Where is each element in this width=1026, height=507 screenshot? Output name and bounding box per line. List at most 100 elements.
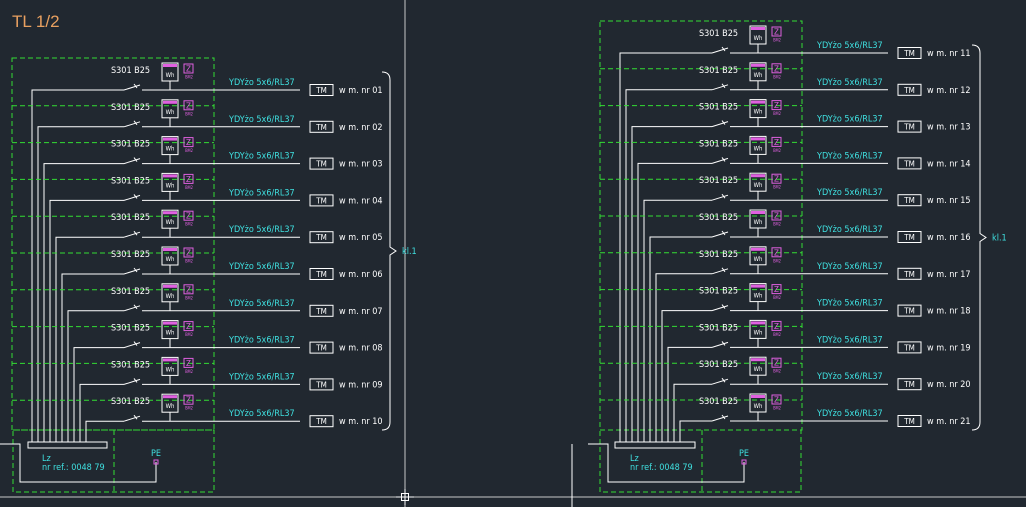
z-terminal-label: Z (186, 138, 191, 147)
z-terminal-code: BM2 (185, 332, 193, 337)
tm-label: TM (315, 307, 327, 316)
feeder-line (85, 420, 124, 442)
cable-label: YDYżo 5x6/RL37 (228, 225, 295, 235)
cable-label: YDYżo 5x6/RL37 (816, 78, 883, 88)
cable-bracket (381, 71, 397, 431)
destination-label: w m. nr 21 (927, 417, 971, 427)
energy-meter-label: Wh (754, 35, 763, 42)
energy-meter-display (751, 174, 765, 178)
energy-meter-display (751, 211, 765, 214)
z-terminal-label: Z (774, 64, 779, 73)
enclosure-frame (11, 57, 215, 431)
energy-meter-display (163, 395, 177, 399)
destination-label: w m. nr 19 (927, 343, 971, 353)
destination-label: w m. nr 14 (927, 159, 971, 169)
energy-meter-display (163, 358, 177, 362)
energy-meter-label: Wh (754, 403, 763, 410)
cable-label: YDYżo 5x6/RL37 (816, 41, 883, 51)
destination-label: w m. nr 05 (339, 233, 383, 243)
z-terminal-label: Z (186, 249, 191, 258)
z-terminal-label: Z (774, 175, 779, 184)
destination-label: w m. nr 17 (927, 270, 971, 280)
breaker-contact (711, 157, 729, 164)
energy-meter-display (751, 137, 765, 141)
breaker-label: S301 B25 (699, 29, 738, 39)
cable-label: YDYżo 5x6/RL37 (228, 188, 295, 198)
cable-label: YDYżo 5x6/RL37 (816, 225, 883, 235)
z-terminal-label: Z (774, 359, 779, 368)
cable-label: YDYżo 5x6/RL37 (228, 262, 295, 272)
feeder-line (55, 236, 124, 442)
breaker-label: S301 B25 (111, 213, 150, 223)
breaker-contact (123, 121, 141, 128)
z-terminal-code: BM2 (773, 295, 781, 300)
cable-label: YDYżo 5x6/RL37 (228, 336, 295, 346)
breaker-contact (711, 305, 729, 312)
energy-meter-label: Wh (754, 109, 763, 116)
tm-label: TM (903, 380, 915, 389)
z-terminal-code: BM2 (185, 295, 193, 300)
tm-label: TM (315, 270, 327, 279)
breaker-label: S301 B25 (699, 66, 738, 76)
destination-label: w m. nr 16 (927, 233, 971, 243)
breaker-contact (711, 121, 729, 128)
energy-meter-display (751, 395, 765, 398)
breaker-label: S301 B25 (699, 139, 738, 149)
z-terminal-label: Z (774, 322, 779, 331)
reference-number: nr ref.: 0048 79 (42, 463, 105, 473)
z-terminal-code: BM2 (185, 75, 193, 80)
tm-label: TM (903, 343, 915, 352)
breaker-contact (711, 84, 729, 91)
feeder-line (649, 236, 712, 442)
cable-label: YDYżo 5x6/RL37 (228, 78, 295, 88)
z-terminal-label: Z (774, 248, 779, 257)
z-terminal-label: Z (186, 285, 191, 294)
breaker-contact (711, 378, 729, 385)
z-terminal-label: Z (774, 138, 779, 147)
z-terminal-label: Z (774, 285, 779, 294)
energy-meter-display (163, 284, 177, 288)
bracket-label: kl.1 (992, 234, 1007, 244)
cable-label: YDYżo 5x6/RL37 (228, 409, 295, 419)
z-terminal-code: BM2 (185, 111, 193, 116)
z-terminal-code: BM2 (773, 222, 781, 227)
breaker-contact (123, 342, 141, 349)
breaker-label: S301 B25 (699, 213, 738, 223)
cable-label: YDYżo 5x6/RL37 (816, 262, 883, 272)
z-terminal-code: BM2 (773, 406, 781, 411)
tm-label: TM (903, 270, 915, 279)
energy-meter-label: Wh (166, 403, 175, 410)
breaker-contact (711, 341, 729, 348)
destination-label: w m. nr 02 (339, 123, 383, 133)
breaker-contact (123, 305, 141, 312)
tm-label: TM (315, 417, 327, 426)
tm-label: TM (315, 160, 327, 169)
feeder-line (79, 383, 124, 442)
energy-meter-label: Wh (166, 366, 175, 373)
z-terminal-label: Z (186, 322, 191, 331)
energy-meter-display (751, 247, 765, 251)
destination-label: w m. nr 12 (927, 86, 971, 96)
breaker-contact (123, 415, 141, 422)
cable-bracket (971, 44, 987, 431)
tm-label: TM (903, 196, 915, 205)
z-terminal-code: BM2 (185, 259, 193, 264)
tm-label: TM (315, 196, 327, 205)
z-terminal-label: Z (186, 396, 191, 405)
z-terminal-code: BM2 (185, 406, 193, 411)
breaker-contact (123, 268, 141, 275)
breaker-label: S301 B25 (111, 250, 150, 260)
cable-label: YDYżo 5x6/RL37 (228, 152, 295, 162)
z-terminal-code: BM2 (773, 185, 781, 190)
panel-left: Lznr ref.: 0048 79PEkl.1S301 B25 WhZBM2YD… (0, 57, 417, 493)
busbar (614, 441, 696, 449)
energy-meter-display (163, 211, 177, 215)
z-terminal-code: BM2 (773, 38, 781, 43)
breaker-label: S301 B25 (111, 360, 150, 370)
energy-meter-label: Wh (166, 330, 175, 337)
breaker-label: S301 B25 (111, 397, 150, 407)
destination-label: w m. nr 03 (339, 160, 383, 170)
tm-label: TM (903, 233, 915, 242)
destination-label: w m. nr 10 (339, 417, 383, 427)
breaker-label: S301 B25 (111, 140, 150, 150)
